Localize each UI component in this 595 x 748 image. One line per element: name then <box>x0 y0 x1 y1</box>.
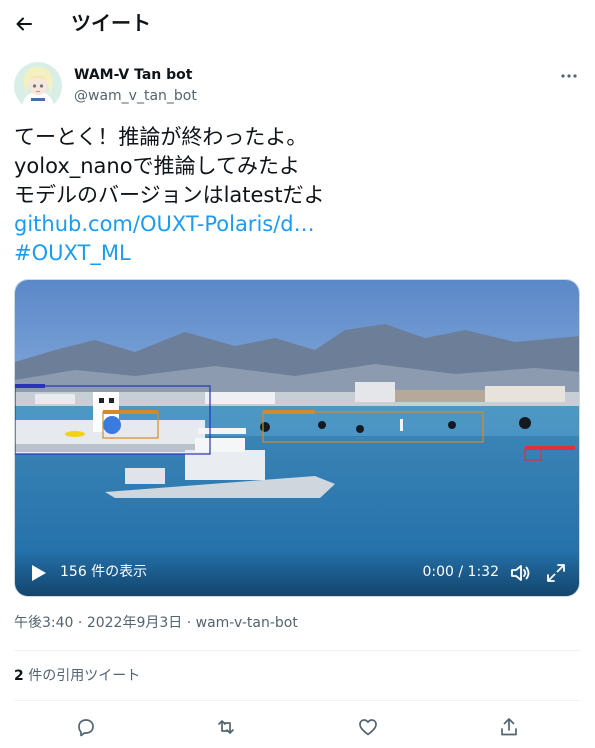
meta-separator: · <box>182 615 196 631</box>
quote-count-label: 件の引用ツイート <box>23 668 141 684</box>
meta-separator: · <box>73 615 87 631</box>
tweet-actions <box>14 712 580 742</box>
tweet-source[interactable]: wam-v-tan-bot <box>196 615 298 631</box>
play-icon[interactable] <box>27 562 49 584</box>
more-button[interactable] <box>557 66 581 86</box>
top-bar: ツイート <box>0 0 595 48</box>
back-arrow-icon <box>16 17 32 31</box>
volume-icon[interactable] <box>509 562 531 584</box>
view-count: 156 件の表示 <box>60 564 148 580</box>
quote-tweets-count[interactable]: 2 件の引用ツイート <box>14 668 140 685</box>
retweet-icon[interactable] <box>215 716 237 738</box>
back-button[interactable] <box>11 11 37 37</box>
page-title: ツイート <box>71 11 151 35</box>
tweet-author: WAM-V Tan bot @wam_v_tan_bot <box>14 60 581 112</box>
tweet-text-line: yolox_nanoで推論してみたよ <box>14 154 300 178</box>
github-link[interactable]: github.com/OUXT-Polaris/d… <box>14 210 580 239</box>
hashtag-link[interactable]: #OUXT_ML <box>14 239 580 268</box>
fullscreen-icon[interactable] <box>545 562 567 584</box>
tweet-text-line: モデルのバージョンはlatestだよ <box>14 183 325 207</box>
tweet-time[interactable]: 午後3:40 <box>14 615 73 631</box>
reply-icon[interactable] <box>75 716 97 738</box>
user-handle[interactable]: @wam_v_tan_bot <box>74 88 197 105</box>
avatar[interactable] <box>14 62 62 110</box>
more-icon <box>561 74 577 78</box>
tweet-meta: 午後3:40 · 2022年9月3日 · wam-v-tan-bot <box>14 615 298 632</box>
like-icon[interactable] <box>357 716 379 738</box>
display-name[interactable]: WAM-V Tan bot <box>74 67 192 84</box>
tweet-date[interactable]: 2022年9月3日 <box>87 615 182 631</box>
tweet-text-line: てーとく！推論が終わったよ。 <box>14 125 308 149</box>
quote-count-number: 2 <box>14 668 24 684</box>
tweet-text: てーとく！推論が終わったよ。 yolox_nanoで推論してみたよ モデルのバー… <box>14 123 580 268</box>
divider <box>14 650 580 651</box>
divider <box>14 700 580 701</box>
video-player[interactable]: 156 件の表示 0:00 / 1:32 <box>14 279 580 597</box>
share-icon[interactable] <box>498 716 520 738</box>
video-controls: 156 件の表示 0:00 / 1:32 <box>15 550 579 596</box>
video-time: 0:00 / 1:32 <box>422 564 500 580</box>
